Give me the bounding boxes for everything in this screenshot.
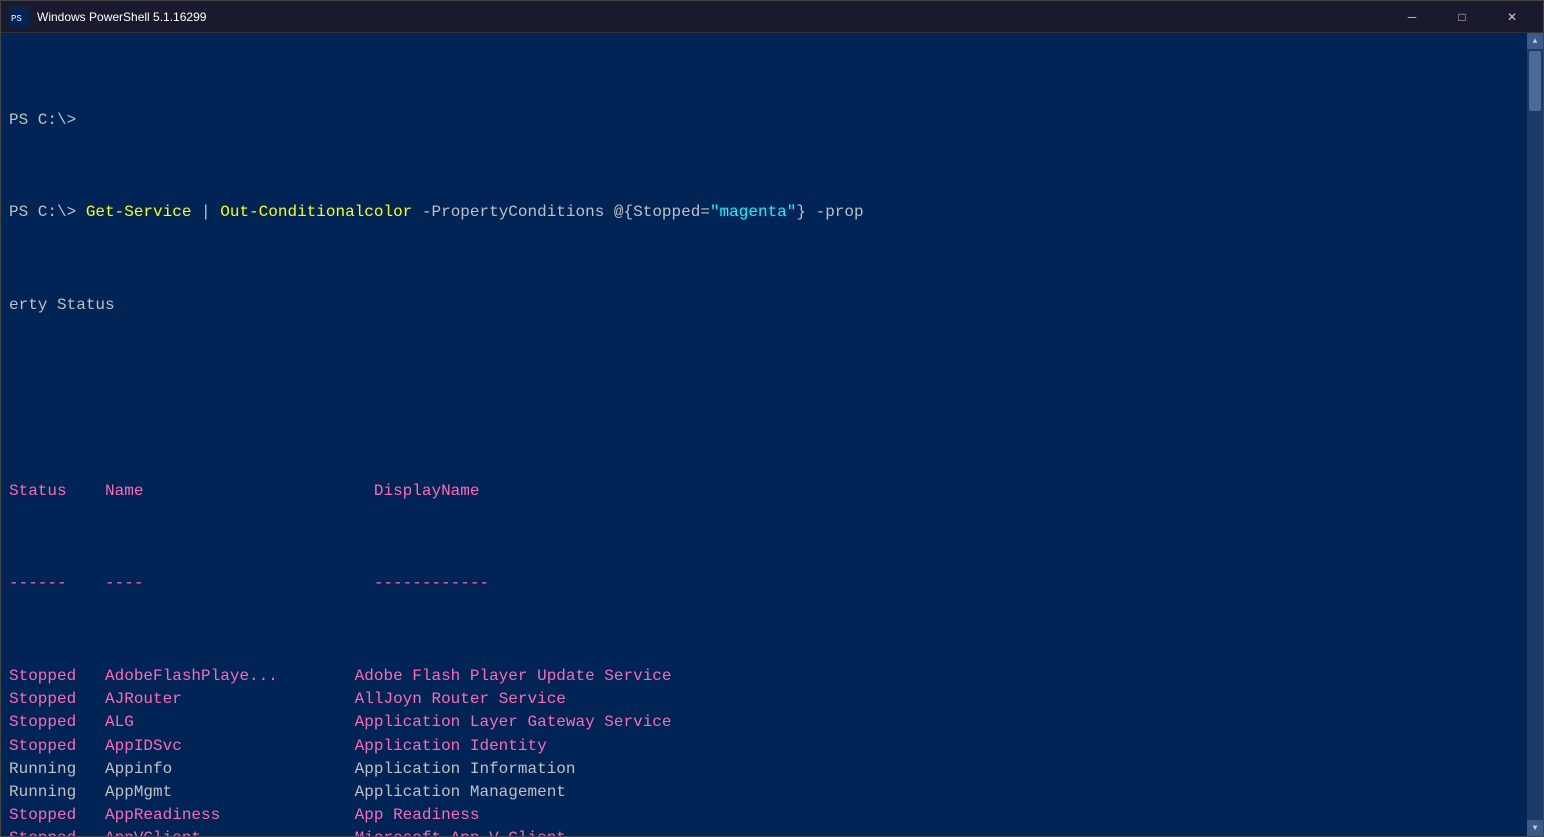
- row-status: Running: [9, 758, 86, 781]
- window-title: Windows PowerShell 5.1.16299: [37, 10, 1389, 24]
- div-displayname: ------------: [355, 572, 489, 595]
- erty-status: erty Status: [9, 294, 115, 317]
- out-conditional-cmd: Out-Conditionalcolor: [220, 201, 412, 224]
- prompt-1: PS C:\>: [9, 109, 76, 132]
- table-row: Stopped AJRouter AllJoyn Router Service: [9, 688, 1519, 711]
- row-name: AppIDSvc: [86, 735, 336, 758]
- row-name: AdobeFlashPlaye...: [86, 665, 336, 688]
- service-rows: Stopped AdobeFlashPlaye... Adobe Flash P…: [9, 665, 1519, 836]
- row-name: AppMgmt: [86, 781, 336, 804]
- app-icon: PS: [9, 7, 29, 27]
- equals-sign: =: [700, 201, 710, 224]
- header-displayname: DisplayName: [355, 480, 480, 503]
- table-row: Running Appinfo Application Information: [9, 758, 1519, 781]
- stopped-key: Stopped: [633, 201, 700, 224]
- terminal-area: PS C:\> PS C:\> Get-Service | Out-Condit…: [1, 33, 1543, 836]
- svg-text:PS: PS: [11, 14, 22, 24]
- terminal-output[interactable]: PS C:\> PS C:\> Get-Service | Out-Condit…: [1, 33, 1527, 836]
- row-displayname: Application Identity: [335, 735, 546, 758]
- row-status: Stopped: [9, 827, 86, 836]
- row-displayname: Adobe Flash Player Update Service: [335, 665, 671, 688]
- table-row: Stopped AppReadiness App Readiness: [9, 804, 1519, 827]
- header-status: Status: [9, 480, 86, 503]
- magenta-val: "magenta": [710, 201, 796, 224]
- row-status: Stopped: [9, 711, 86, 734]
- table-row: Stopped ALG Application Layer Gateway Se…: [9, 711, 1519, 734]
- prop-flag: -prop: [806, 201, 864, 224]
- powershell-window: PS Windows PowerShell 5.1.16299 ─ □ ✕ PS…: [0, 0, 1544, 837]
- maximize-button[interactable]: □: [1439, 2, 1485, 32]
- blank-line-1: [9, 387, 1519, 410]
- row-displayname: Application Information: [335, 758, 575, 781]
- row-status: Stopped: [9, 688, 86, 711]
- minimize-button[interactable]: ─: [1389, 2, 1435, 32]
- row-status: Stopped: [9, 735, 86, 758]
- scrollbar[interactable]: ▲ ▼: [1527, 33, 1543, 836]
- row-displayname: Application Management: [335, 781, 565, 804]
- titlebar: PS Windows PowerShell 5.1.16299 ─ □ ✕: [1, 1, 1543, 33]
- table-row: Stopped AppVClient Microsoft App-V Clien…: [9, 827, 1519, 836]
- scrollbar-track[interactable]: [1527, 49, 1543, 820]
- row-status: Stopped: [9, 804, 86, 827]
- hash-close: }: [796, 201, 806, 224]
- prompt-line-1: PS C:\>: [9, 109, 1519, 132]
- scroll-down-arrow[interactable]: ▼: [1527, 820, 1543, 836]
- row-name: AppReadiness: [86, 804, 336, 827]
- table-row: Stopped AppIDSvc Application Identity: [9, 735, 1519, 758]
- row-displayname: Application Layer Gateway Service: [335, 711, 671, 734]
- window-controls: ─ □ ✕: [1389, 2, 1535, 32]
- row-name: ALG: [86, 711, 336, 734]
- row-name: Appinfo: [86, 758, 336, 781]
- command-line: PS C:\> Get-Service | Out-Conditionalcol…: [9, 201, 1519, 224]
- table-row: Running AppMgmt Application Management: [9, 781, 1519, 804]
- divider-line: ------ ---- ------------: [9, 572, 1519, 595]
- row-displayname: App Readiness: [335, 804, 479, 827]
- prompt-2: PS C:\>: [9, 201, 86, 224]
- close-button[interactable]: ✕: [1489, 2, 1535, 32]
- command-continuation: erty Status: [9, 294, 1519, 317]
- row-status: Running: [9, 781, 86, 804]
- row-status: Stopped: [9, 665, 86, 688]
- row-displayname: AllJoyn Router Service: [335, 688, 565, 711]
- div-name: ----: [86, 572, 355, 595]
- scrollbar-thumb[interactable]: [1529, 51, 1541, 111]
- row-name: AppVClient: [86, 827, 336, 836]
- pipe-sym: |: [191, 201, 220, 224]
- header-line: Status Name DisplayName: [9, 480, 1519, 503]
- div-status: ------: [9, 572, 86, 595]
- scroll-up-arrow[interactable]: ▲: [1527, 33, 1543, 49]
- row-name: AJRouter: [86, 688, 336, 711]
- header-name: Name: [86, 480, 355, 503]
- table-row: Stopped AdobeFlashPlaye... Adobe Flash P…: [9, 665, 1519, 688]
- hash-open: @{: [614, 201, 633, 224]
- prop-cond-flag: -PropertyConditions: [412, 201, 614, 224]
- row-displayname: Microsoft App-V Client: [335, 827, 565, 836]
- get-service-cmd: Get-Service: [86, 201, 192, 224]
